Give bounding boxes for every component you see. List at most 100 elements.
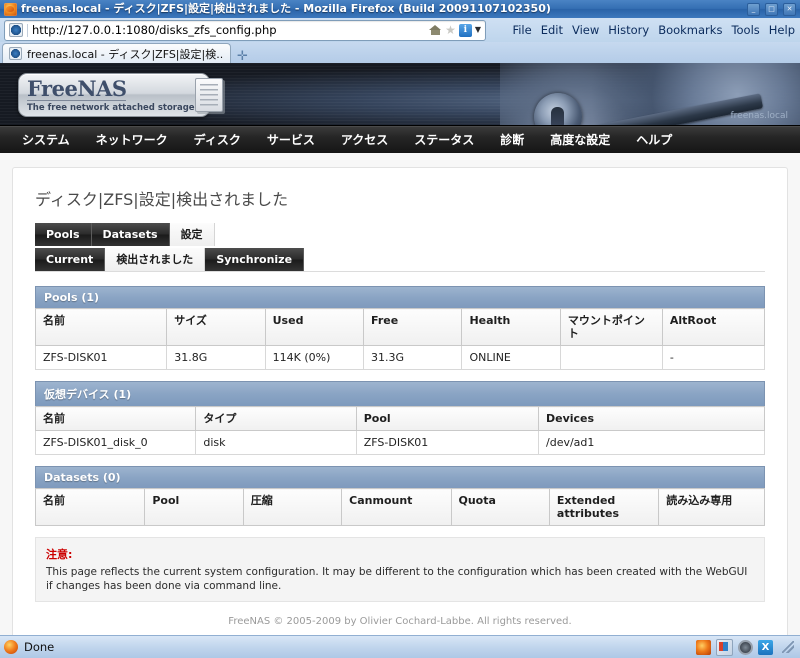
resize-grip[interactable]	[782, 641, 794, 653]
freenas-logo-text: FreeNAS The free network attached storag…	[27, 78, 195, 113]
tab-datasets[interactable]: Datasets	[91, 223, 170, 246]
nav-item-help[interactable]: ヘルプ	[636, 131, 672, 148]
note-box: 注意: This page reflects the current syste…	[35, 537, 765, 602]
pools-table-caption: Pools (1)	[35, 286, 765, 308]
home-icon[interactable]	[429, 24, 442, 36]
datasets-table-caption: Datasets (0)	[35, 466, 765, 488]
col-pool-altroot: AltRoot	[661, 308, 766, 346]
col-pool-size: サイズ	[166, 308, 266, 346]
note-title: 注意:	[46, 548, 73, 561]
cell-vdev-type: disk	[195, 430, 357, 455]
vdevs-table: 名前 タイプ Pool Devices ZFS-DISK01_disk_0 di…	[34, 406, 765, 455]
note-body: This page reflects the current system co…	[46, 566, 748, 592]
datasets-table-block: Datasets (0) 名前 Pool 圧縮 Canmount Quota E…	[34, 466, 765, 526]
tab-pools[interactable]: Pools	[35, 223, 92, 246]
cell-vdev-pool: ZFS-DISK01	[355, 430, 540, 455]
nav-item-network[interactable]: ネットワーク	[96, 131, 168, 148]
maximize-button[interactable]: □	[765, 3, 778, 16]
tab-favicon-icon	[9, 47, 22, 60]
cell-vdev-devices: /dev/ad1	[538, 430, 765, 455]
tray-xming-icon[interactable]: X	[758, 639, 773, 655]
url-text[interactable]: http://127.0.0.1:1080/disks_zfs_config.p…	[32, 23, 429, 37]
browser-window: freenas.local - ディスク|ZFS|設定|検出されました - Mo…	[0, 0, 800, 658]
nav-item-status[interactable]: ステータス	[414, 131, 474, 148]
tab-settings[interactable]: 設定	[169, 223, 215, 246]
pools-table-block: Pools (1) 名前 サイズ Used Free Health マウントポイ…	[34, 286, 766, 370]
table-header-row: 名前 サイズ Used Free Health マウントポイント AltRoot	[34, 308, 766, 346]
col-pool-name: 名前	[34, 308, 168, 346]
col-dataset-name: 名前	[34, 488, 146, 526]
storage-stack-icon	[194, 78, 223, 112]
close-button[interactable]: ✕	[783, 3, 796, 16]
menu-edit[interactable]: Edit	[541, 23, 563, 37]
content-card: ディスク|ZFS|設定|検出されました Pools Datasets 設定 Cu…	[12, 167, 788, 635]
page-viewport: FreeNAS The free network attached storag…	[0, 63, 800, 635]
cell-pool-used: 114K (0%)	[264, 345, 365, 370]
table-row[interactable]: ZFS-DISK01_disk_0 disk ZFS-DISK01 /dev/a…	[34, 430, 765, 455]
nav-item-advanced[interactable]: 高度な設定	[550, 131, 610, 148]
minimize-button[interactable]: _	[747, 3, 760, 16]
tab-detected[interactable]: 検出されました	[105, 248, 206, 271]
freenas-logo[interactable]: FreeNAS The free network attached storag…	[18, 73, 223, 117]
menu-history[interactable]: History	[608, 23, 649, 37]
window-title: freenas.local - ディスク|ZFS|設定|検出されました - Mo…	[21, 2, 551, 15]
window-controls: _ □ ✕	[747, 3, 796, 16]
address-bar-icons: ★ i ▼	[429, 23, 485, 37]
col-dataset-pool: Pool	[144, 488, 244, 526]
browser-tab[interactable]: freenas.local - ディスク|ZFS|設定|検...	[2, 43, 231, 63]
tray-gear-icon[interactable]	[738, 639, 753, 655]
cell-pool-mountpoint	[559, 345, 663, 370]
tab-synchronize[interactable]: Synchronize	[205, 248, 305, 271]
address-bar[interactable]: http://127.0.0.1:1080/disks_zfs_config.p…	[4, 19, 486, 41]
menu-help[interactable]: Help	[769, 23, 795, 37]
menu-tools[interactable]: Tools	[731, 23, 759, 37]
page-info-icon[interactable]: i	[458, 23, 472, 37]
nav-item-diagnostics[interactable]: 診断	[500, 131, 524, 148]
main-navigation: システム ネットワーク ディスク サービス アクセス ステータス 診断 高度な設…	[0, 125, 800, 153]
col-pool-used: Used	[264, 308, 365, 346]
col-dataset-quota: Quota	[450, 488, 550, 526]
vdevs-table-caption: 仮想デバイス (1)	[35, 381, 765, 406]
tray-firefox-icon[interactable]	[696, 639, 711, 655]
cell-vdev-name: ZFS-DISK01_disk_0	[34, 430, 197, 455]
logo-title: FreeNAS	[27, 78, 195, 101]
col-pool-mountpoint: マウントポイント	[559, 308, 663, 346]
status-text: Done	[24, 640, 55, 654]
chevron-down-icon[interactable]: ▼	[475, 24, 481, 36]
navigation-toolbar: http://127.0.0.1:1080/disks_zfs_config.p…	[0, 18, 800, 42]
menu-bookmarks[interactable]: Bookmarks	[658, 23, 722, 37]
status-bar: Done X	[0, 635, 800, 658]
nav-item-system[interactable]: システム	[22, 131, 70, 148]
title-bar: freenas.local - ディスク|ZFS|設定|検出されました - Mo…	[0, 0, 800, 18]
page-title: ディスク|ZFS|設定|検出されました	[35, 190, 289, 209]
nav-item-services[interactable]: サービス	[267, 131, 315, 148]
secondary-tabs: Current 検出されました Synchronize	[35, 248, 765, 272]
datasets-table: 名前 Pool 圧縮 Canmount Quota Extended attri…	[34, 488, 765, 526]
freenas-banner: FreeNAS The free network attached storag…	[0, 63, 800, 125]
system-tray: X	[696, 638, 796, 656]
firefox-status-icon	[4, 640, 18, 654]
col-dataset-readonly: 読み込み専用	[658, 488, 765, 526]
cell-pool-size: 31.8G	[166, 345, 266, 370]
col-pool-health: Health	[461, 308, 561, 346]
tab-current[interactable]: Current	[35, 248, 106, 271]
cell-pool-free: 31.3G	[363, 345, 463, 370]
col-dataset-compression: 圧縮	[242, 488, 343, 526]
menu-view[interactable]: View	[572, 23, 599, 37]
cell-pool-altroot: -	[661, 345, 766, 370]
nav-item-access[interactable]: アクセス	[341, 131, 388, 148]
logo-title-text: FreeNAS	[27, 75, 127, 101]
new-tab-button[interactable]: ✛	[237, 50, 248, 63]
col-vdev-devices: Devices	[538, 406, 765, 431]
primary-tabs: Pools Datasets 設定	[35, 223, 765, 246]
nav-item-disks[interactable]: ディスク	[194, 131, 241, 148]
bookmark-star-icon[interactable]: ★	[445, 24, 456, 36]
page-content: ディスク|ZFS|設定|検出されました Pools Datasets 設定 Cu…	[0, 153, 800, 635]
table-row[interactable]: ZFS-DISK01 31.8G 114K (0%) 31.3G ONLINE …	[34, 345, 766, 370]
pools-table: 名前 サイズ Used Free Health マウントポイント AltRoot…	[34, 308, 766, 370]
tab-title: freenas.local - ディスク|ZFS|設定|検...	[27, 47, 224, 61]
menu-file[interactable]: File	[512, 23, 531, 37]
tray-windows-icon[interactable]	[716, 638, 733, 656]
table-header-row: 名前 タイプ Pool Devices	[34, 406, 765, 431]
menu-bar: File Edit View History Bookmarks Tools H…	[512, 23, 798, 37]
